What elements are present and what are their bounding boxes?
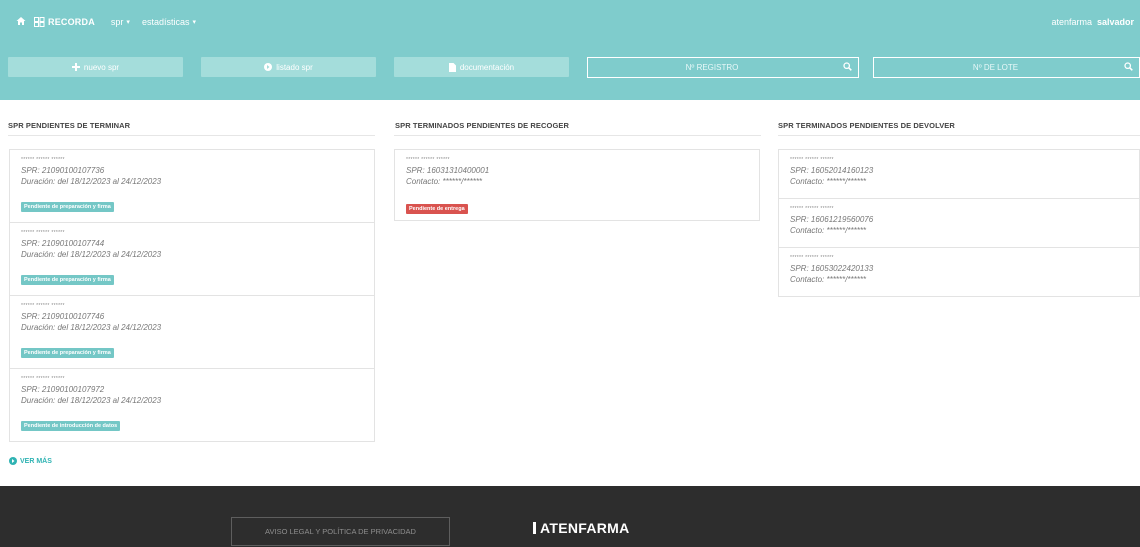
records-grid-icon [34, 17, 45, 27]
lote-search-placeholder: Nº DE LOTE [972, 63, 1019, 72]
spr-code: SPR: 21090100107972 [21, 385, 105, 394]
status-badge: Pendiente de introducción de datos [21, 421, 121, 431]
brand-link[interactable]: RECORDA [34, 17, 95, 27]
spr-duration: Duración: del 18/12/2023 al 24/12/2023 [21, 250, 162, 259]
list-spr-button[interactable]: listado spr [201, 57, 376, 77]
spr-duration: Duración: del 18/12/2023 al 24/12/2023 [21, 177, 162, 186]
user-menu[interactable]: atenfarma salvador [1051, 17, 1134, 27]
new-spr-label: nuevo spr [83, 62, 120, 72]
masked-patient-name: ****** ****** ****** [21, 230, 65, 236]
pendientes-recoger-list: ****** ****** ****** SPR: 16031310400001… [394, 149, 760, 221]
spr-contact: Contacto: ******/****** [406, 177, 483, 186]
spr-contact: Contacto: ******/****** [790, 177, 867, 186]
new-spr-button[interactable]: nuevo spr [8, 57, 183, 77]
search-icon[interactable] [843, 62, 852, 73]
status-badge: Pendiente de preparación y firma [21, 202, 114, 212]
spr-code: SPR: 16061219560076 [790, 215, 874, 224]
chevron-down-icon: ▾ [192, 19, 196, 26]
column-title-pendientes-recoger: SPR TERMINADOS PENDIENTES DE RECOGER [395, 121, 570, 130]
list-item[interactable]: ****** ****** ****** SPR: 16052014160123… [779, 150, 1139, 199]
column-title-pendientes-devolver: SPR TERMINADOS PENDIENTES DE DEVOLVER [778, 121, 955, 130]
user-name: salvador [1096, 17, 1134, 27]
pendientes-terminar-list: ****** ****** ****** SPR: 21090100107736… [9, 149, 375, 442]
documentation-button[interactable]: documentación [394, 57, 569, 77]
pendientes-devolver-list: ****** ****** ****** SPR: 16052014160123… [778, 149, 1140, 297]
masked-patient-name: ****** ****** ****** [21, 157, 65, 163]
footer [0, 486, 1140, 547]
registro-search-placeholder: Nº REGISTRO [685, 63, 739, 72]
nav-left: RECORDA spr ▾ estadísticas ▾ [16, 16, 196, 28]
ver-mas-link[interactable]: VER MÁS [9, 457, 52, 465]
navbar: RECORDA spr ▾ estadísticas ▾ atenfarma s… [0, 0, 1140, 46]
masked-patient-name: ****** ****** ****** [790, 255, 834, 261]
list-spr-label: listado spr [276, 62, 313, 72]
plus-icon [71, 63, 80, 71]
spr-code: SPR: 21090100107746 [21, 312, 105, 321]
list-item[interactable]: ****** ****** ****** SPR: 21090100107746… [10, 296, 374, 369]
footer-logo: ATENFARMA [533, 520, 630, 536]
column-title-pendientes-terminar: SPR PENDIENTES DE TERMINAR [8, 121, 131, 130]
spr-duration: Duración: del 18/12/2023 al 24/12/2023 [21, 396, 162, 405]
list-item[interactable]: ****** ****** ****** SPR: 21090100107972… [10, 369, 374, 441]
status-badge: Pendiente de entrega [406, 204, 468, 214]
menu-estadisticas-label: estadísticas [141, 17, 190, 27]
file-icon [448, 62, 456, 72]
divider [394, 135, 761, 136]
header-band: RECORDA spr ▾ estadísticas ▾ atenfarma s… [0, 0, 1140, 100]
list-item[interactable]: ****** ****** ****** SPR: 16031310400001… [395, 150, 759, 220]
footer-logo-text: ATENFARMA [540, 520, 630, 536]
masked-patient-name: ****** ****** ****** [790, 157, 834, 163]
divider [778, 135, 1140, 136]
documentation-label: documentación [459, 62, 515, 72]
masked-patient-name: ****** ****** ****** [21, 376, 65, 382]
spr-code: SPR: 16031310400001 [406, 166, 490, 175]
masked-patient-name: ****** ****** ****** [790, 206, 834, 212]
list-item[interactable]: ****** ****** ****** SPR: 21090100107744… [10, 223, 374, 296]
action-bar: nuevo spr listado spr documentación Nº R… [0, 57, 1140, 78]
circle-arrow-icon [264, 63, 273, 71]
menu-estadisticas[interactable]: estadísticas ▾ [142, 17, 196, 27]
spr-code: SPR: 16052014160123 [790, 166, 874, 175]
ver-mas-label: VER MÁS [20, 457, 52, 465]
list-item[interactable]: ****** ****** ****** SPR: 16061219560076… [779, 199, 1139, 248]
menu-spr-label: spr [110, 17, 124, 27]
status-badge: Pendiente de preparación y firma [21, 275, 114, 285]
spr-code: SPR: 16053022420133 [790, 264, 874, 273]
spr-contact: Contacto: ******/****** [790, 226, 867, 235]
user-org: atenfarma [1051, 17, 1092, 27]
search-icon[interactable] [1124, 62, 1133, 73]
spr-code: SPR: 21090100107736 [21, 166, 105, 175]
menu-spr[interactable]: spr ▾ [111, 17, 130, 27]
page: RECORDA spr ▾ estadísticas ▾ atenfarma s… [0, 0, 1140, 547]
logo-bar-icon [533, 522, 536, 534]
chevron-down-icon: ▾ [126, 19, 130, 26]
registro-search-input[interactable]: Nº REGISTRO [587, 57, 859, 78]
lote-search-input[interactable]: Nº DE LOTE [873, 57, 1140, 78]
list-item[interactable]: ****** ****** ****** SPR: 21090100107736… [10, 150, 374, 223]
list-item[interactable]: ****** ****** ****** SPR: 16053022420133… [779, 248, 1139, 296]
brand-name: RECORDA [48, 17, 95, 27]
spr-duration: Duración: del 18/12/2023 al 24/12/2023 [21, 323, 162, 332]
masked-patient-name: ****** ****** ****** [406, 157, 450, 163]
circle-arrow-icon [9, 457, 17, 465]
divider [8, 135, 375, 136]
masked-patient-name: ****** ****** ****** [21, 303, 65, 309]
spr-contact: Contacto: ******/****** [790, 275, 867, 284]
legal-privacy-link[interactable]: AVISO LEGAL Y POLÍTICA DE PRIVACIDAD [231, 517, 450, 546]
spr-code: SPR: 21090100107744 [21, 239, 105, 248]
status-badge: Pendiente de preparación y firma [21, 348, 114, 358]
home-icon[interactable] [16, 16, 26, 28]
